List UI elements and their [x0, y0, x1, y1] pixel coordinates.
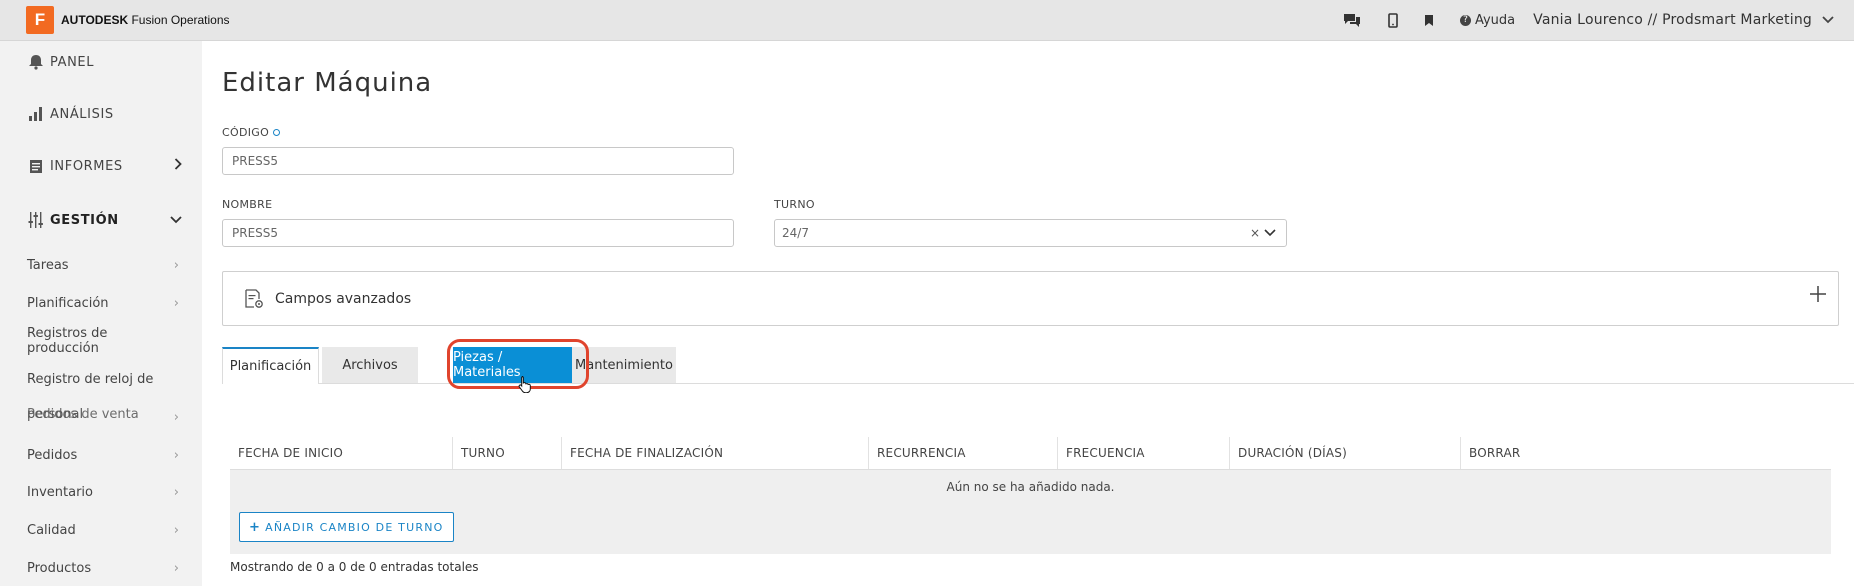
- column-header-frecuencia[interactable]: FRECUENCIA: [1057, 437, 1229, 469]
- add-shift-change-button[interactable]: + AÑADIR CAMBIO DE TURNO: [239, 512, 454, 542]
- sidebar-item-panel[interactable]: PANEL: [27, 53, 182, 71]
- table-body: Aún no se ha añadido nada. + AÑADIR CAMB…: [230, 470, 1831, 554]
- mobile-icon[interactable]: [1388, 12, 1398, 28]
- document-settings-icon: [243, 287, 267, 311]
- chevron-right-icon: ›: [173, 447, 179, 463]
- bookmark-icon[interactable]: [1424, 14, 1434, 27]
- column-header-borrar[interactable]: BORRAR: [1460, 437, 1831, 469]
- tab-archivos[interactable]: Archivos: [322, 347, 418, 383]
- top-bar: F AUTODESK Fusion Operations ? Ayuda Van…: [0, 0, 1854, 41]
- plus-icon: +: [249, 519, 262, 535]
- turno-select[interactable]: 24/7 ×: [774, 219, 1287, 247]
- brand-product: Fusion Operations: [131, 13, 230, 27]
- chevron-right-icon: ›: [173, 560, 179, 576]
- sidebar-sub-calidad[interactable]: Calidad ›: [27, 520, 179, 540]
- sidebar-sub-label: Registro de reloj de: [27, 371, 154, 387]
- chat-icon[interactable]: [1342, 12, 1362, 28]
- sidebar-sub-label: Calidad: [27, 522, 76, 538]
- sidebar-sub-label: Planificación: [27, 295, 109, 311]
- sidebar-sub-label: Inventario: [27, 484, 93, 500]
- sidebar-sub-tareas[interactable]: Tareas ›: [27, 255, 179, 275]
- required-indicator-icon: [273, 128, 281, 136]
- sidebar-item-label: ANÁLISIS: [50, 106, 114, 122]
- sliders-icon: [27, 211, 45, 229]
- sidebar-sub-pedidos[interactable]: Pedidos ›: [27, 445, 179, 465]
- sidebar-sub-inventario[interactable]: Inventario ›: [27, 482, 179, 502]
- sidebar-item-gestion[interactable]: GESTIÓN: [27, 211, 182, 229]
- sidebar-sub-label: Pedidos: [27, 447, 78, 463]
- sidebar-sub-productos[interactable]: Productos ›: [27, 558, 179, 578]
- column-header-duracion[interactable]: DURACIÓN (DÍAS): [1229, 437, 1460, 469]
- report-icon: [27, 157, 45, 175]
- sidebar-item-label: PANEL: [50, 54, 95, 70]
- chevron-down-icon: [1822, 12, 1834, 28]
- codigo-label-text: CÓDIGO: [222, 126, 270, 139]
- sidebar-sub-pedidos-venta[interactable]: Pedidos de venta ›: [27, 407, 179, 427]
- column-header-fecha-inicio[interactable]: FECHA DE INICIO: [230, 437, 452, 469]
- main-content: Editar Máquina CÓDIGO PRESS5 NOMBRE PRES…: [202, 41, 1854, 586]
- sidebar-sub-planificacion[interactable]: Planificación ›: [27, 293, 179, 313]
- user-menu[interactable]: Vania Lourenco // Prodsmart Marketing: [1533, 12, 1834, 28]
- advanced-fields-panel[interactable]: Campos avanzados: [222, 271, 1839, 326]
- sidebar-sub-label: Registros de producción: [27, 326, 108, 356]
- nombre-value: PRESS5: [232, 226, 279, 240]
- sidebar-item-informes[interactable]: INFORMES: [27, 157, 182, 175]
- sidebar-sub-registros-produccion[interactable]: Registros de producción: [27, 326, 179, 356]
- chevron-right-icon: [174, 158, 182, 174]
- brand[interactable]: F AUTODESK Fusion Operations: [26, 6, 230, 34]
- column-header-turno[interactable]: TURNO: [452, 437, 561, 469]
- table-header: FECHA DE INICIO TURNO FECHA DE FINALIZAC…: [230, 437, 1831, 470]
- sidebar: PANEL ANÁLISIS INFORMES GESTIÓN Tareas ›…: [0, 41, 202, 586]
- top-right-actions: ? Ayuda Vania Lourenco // Prodsmart Mark…: [1316, 0, 1834, 40]
- chevron-down-icon[interactable]: [1264, 226, 1276, 243]
- brand-strong: AUTODESK: [61, 13, 129, 27]
- pagination-summary: Mostrando de 0 a 0 de 0 entradas totales: [230, 560, 479, 574]
- plus-icon[interactable]: [1808, 284, 1828, 308]
- chevron-right-icon: ›: [173, 257, 179, 273]
- page-title: Editar Máquina: [222, 68, 433, 98]
- turno-value: 24/7: [782, 226, 809, 240]
- bell-icon: [27, 53, 45, 71]
- column-header-fecha-finalizacion[interactable]: FECHA DE FINALIZACIÓN: [561, 437, 868, 469]
- sidebar-item-label: INFORMES: [50, 158, 123, 174]
- sidebar-item-analisis[interactable]: ANÁLISIS: [27, 105, 182, 123]
- codigo-value: PRESS5: [232, 154, 279, 168]
- user-label: Vania Lourenco // Prodsmart Marketing: [1533, 12, 1812, 28]
- chevron-right-icon: ›: [173, 409, 179, 425]
- chevron-right-icon: ›: [173, 484, 179, 500]
- help-label: Ayuda: [1474, 12, 1516, 28]
- nombre-label: NOMBRE: [222, 198, 273, 211]
- fusion-logo-icon: F: [26, 6, 54, 34]
- tab-planificacion[interactable]: Planificación: [222, 347, 319, 384]
- sidebar-sub-label: Pedidos de venta: [27, 407, 139, 422]
- help-icon: ?: [1459, 14, 1471, 26]
- empty-message: Aún no se ha añadido nada.: [946, 480, 1115, 494]
- sidebar-item-label: GESTIÓN: [50, 212, 119, 228]
- advanced-fields-label: Campos avanzados: [275, 290, 412, 307]
- add-shift-change-label: AÑADIR CAMBIO DE TURNO: [265, 520, 444, 534]
- hand-cursor-icon: [518, 375, 532, 397]
- sidebar-sub-label: Tareas: [27, 257, 69, 273]
- chevron-right-icon: ›: [173, 522, 179, 538]
- clear-icon[interactable]: ×: [1250, 226, 1260, 240]
- chevron-down-icon: [170, 213, 182, 228]
- codigo-field[interactable]: PRESS5: [222, 147, 734, 175]
- codigo-label: CÓDIGO: [222, 126, 281, 139]
- sidebar-sub-label: Productos: [27, 560, 92, 576]
- brand-name: AUTODESK Fusion Operations: [61, 13, 230, 27]
- chevron-right-icon: ›: [173, 295, 179, 311]
- schedule-table: FECHA DE INICIO TURNO FECHA DE FINALIZAC…: [230, 437, 1831, 554]
- bar-chart-icon: [27, 105, 45, 123]
- turno-label: TURNO: [774, 198, 815, 211]
- nombre-field[interactable]: PRESS5: [222, 219, 734, 247]
- sidebar-sub-registro-reloj[interactable]: Registro de reloj de: [27, 369, 179, 389]
- help-link[interactable]: ? Ayuda: [1459, 12, 1516, 28]
- column-header-recurrencia[interactable]: RECURRENCIA: [868, 437, 1057, 469]
